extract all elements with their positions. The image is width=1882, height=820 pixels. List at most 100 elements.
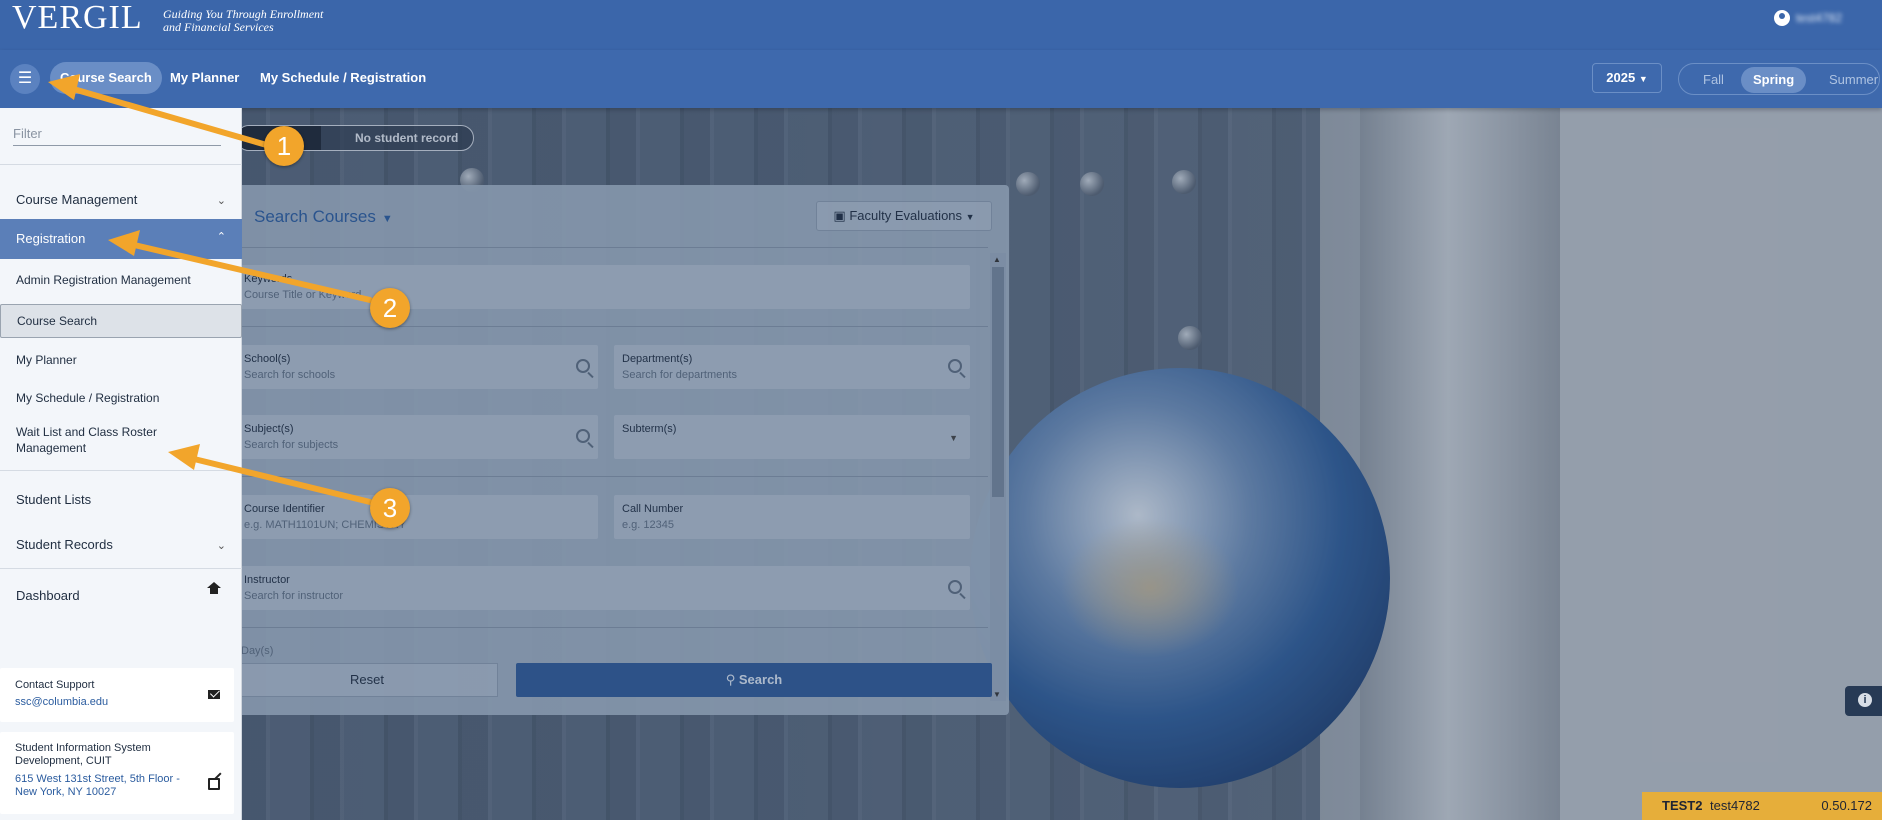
hamburger-menu-icon[interactable]: ☰ [10,64,40,94]
sidebar-item-wait-list-class-roster[interactable]: Wait List and Class Roster Management [0,420,242,464]
search-courses-title[interactable]: Search Courses ▼ [254,207,393,227]
course-identifier-label: Course Identifier [244,503,325,515]
term-summer[interactable]: Summer [1817,67,1882,93]
door-stud [1178,326,1202,350]
caret-down-icon: ▼ [381,213,393,225]
sis-address-line2[interactable]: New York, NY 10027 [15,786,116,799]
top-header: VERGIL Guiding You Through Enrollment an… [0,0,1882,50]
departments-field[interactable]: Department(s) Search for departments [614,345,970,389]
instructor-field[interactable]: Instructor Search for instructor [236,566,970,610]
nav-bar: ☰ Course Search My Planner My Schedule /… [0,50,1882,108]
search-button[interactable]: ⚲ Search [516,663,992,697]
sis-info-box: Student Information System Development, … [0,732,234,814]
keywords-field[interactable]: Keywords Course Title or Keyword [236,265,970,309]
sis-title-line2: Development, CUIT [15,755,112,767]
year-select[interactable]: 2025 ▼ [1592,63,1662,93]
door-stud [1080,172,1104,196]
sidebar-item-label: Dashboard [16,588,80,603]
info-icon[interactable] [1845,686,1882,716]
departments-placeholder: Search for departments [622,369,737,381]
sidebar-item-label: Student Lists [16,492,92,507]
schools-label: School(s) [244,353,291,365]
contact-support-box: Contact Support ssc@columbia.edu [0,668,234,722]
sidebar-item-student-lists[interactable]: Student Lists [0,480,242,520]
scrollbar-thumb[interactable] [992,267,1004,497]
sidebar-item-label: Course Search [17,314,98,328]
sidebar-item-label: My Schedule / Registration [16,391,160,405]
logo-text: VERGIL [12,0,143,36]
stone-pillar [1360,108,1580,820]
sidebar-item-label-line2: Management [16,441,87,455]
filter-input[interactable]: Filter [13,122,221,146]
sidebar-item-label: Admin Registration Management [16,273,191,287]
subterm-select[interactable]: Subterm(s) ▼ [614,415,970,459]
sis-address-line1[interactable]: 615 West 131st Street, 5th Floor - [15,773,180,786]
faculty-evaluations-label: Faculty Evaluations [849,208,963,223]
sidebar-item-label: Course Management [16,192,138,207]
chevron-down-icon: ⌄ [216,195,226,207]
sidebar-item-dashboard[interactable]: Dashboard [0,574,242,618]
envelope-icon[interactable] [208,690,220,699]
globe-image [970,368,1390,788]
chevron-up-icon: ⌃ [216,231,226,243]
instructor-placeholder: Search for instructor [244,590,344,602]
door-stud [1172,170,1196,194]
tab-course-search[interactable]: Course Search [50,62,162,94]
sidebar-divider [0,164,242,165]
search-courses-title-text: Search Courses [254,207,376,226]
search-icon [576,429,590,443]
reset-button[interactable]: Reset [236,663,498,697]
subjects-field[interactable]: Subject(s) Search for subjects [236,415,598,459]
sidebar-item-student-records[interactable]: Student Records ⌄ [0,525,242,565]
panel-divider [236,627,988,628]
sidebar-divider [0,470,242,471]
sis-title-line1: Student Information System [15,742,151,754]
schools-field[interactable]: School(s) Search for schools [236,345,598,389]
contact-support-email[interactable]: ssc@columbia.edu [15,696,108,709]
tab-my-planner[interactable]: My Planner [160,62,249,94]
env-user: test4782 [1710,798,1760,813]
term-fall[interactable]: Fall [1691,67,1736,93]
sidebar-item-course-management[interactable]: Course Management ⌄ [0,180,242,220]
panel-scrollbar[interactable]: ▲ ▼ [990,253,1006,701]
search-courses-panel: Search Courses ▼ ▣ Faculty Evaluations ▼ … [236,185,1009,715]
contact-support-title: Contact Support [15,679,95,691]
term-spring[interactable]: Spring [1741,67,1807,93]
sidebar-item-course-search[interactable]: Course Search [0,304,242,338]
keywords-label: Keywords [244,273,293,285]
search-icon [948,580,962,594]
door-stud [1016,172,1040,196]
sidebar-menu: Filter Course Management ⌄ Registration … [0,108,242,820]
sidebar-divider [0,568,242,569]
external-link-icon[interactable] [208,778,220,790]
env-version: 0.50.172 [1821,798,1872,813]
evaluation-icon: ▣ [833,208,846,223]
subjects-label: Subject(s) [244,423,294,435]
call-number-placeholder: e.g. 12345 [622,519,674,531]
sidebar-item-registration[interactable]: Registration ⌃ [0,219,242,259]
tagline: Guiding You Through Enrollment and Finan… [163,8,343,34]
faculty-evaluations-button[interactable]: ▣ Faculty Evaluations ▼ [816,201,992,231]
vergil-logo[interactable]: VERGIL [12,0,143,36]
keywords-placeholder: Course Title or Keyword [244,289,362,301]
user-menu[interactable]: test4782 [1773,10,1842,26]
sidebar-item-admin-registration-management[interactable]: Admin Registration Management [0,264,242,296]
sidebar-item-my-schedule-registration[interactable]: My Schedule / Registration [0,382,242,414]
departments-label: Department(s) [622,353,693,365]
caret-down-icon: ▼ [949,433,958,443]
call-number-field[interactable]: Call Number e.g. 12345 [614,495,970,539]
scroll-up-icon[interactable]: ▲ [993,255,1001,264]
tagline-line2: and Financial Services [163,20,274,34]
course-identifier-field[interactable]: Course Identifier e.g. MATH1101UN; CHEMI… [236,495,598,539]
sidebar-item-label: Student Records [16,537,113,552]
sidebar-item-label: My Planner [16,353,77,367]
annotation-badge-2: 2 [370,288,410,328]
caret-down-icon: ▼ [965,212,975,222]
search-icon [948,359,962,373]
schools-placeholder: Search for schools [244,369,336,381]
search-icon [576,359,590,373]
subjects-placeholder: Search for subjects [244,439,339,451]
scroll-down-icon[interactable]: ▼ [993,690,1001,699]
sidebar-item-my-planner[interactable]: My Planner [0,344,242,376]
tab-my-schedule-registration[interactable]: My Schedule / Registration [250,62,436,94]
